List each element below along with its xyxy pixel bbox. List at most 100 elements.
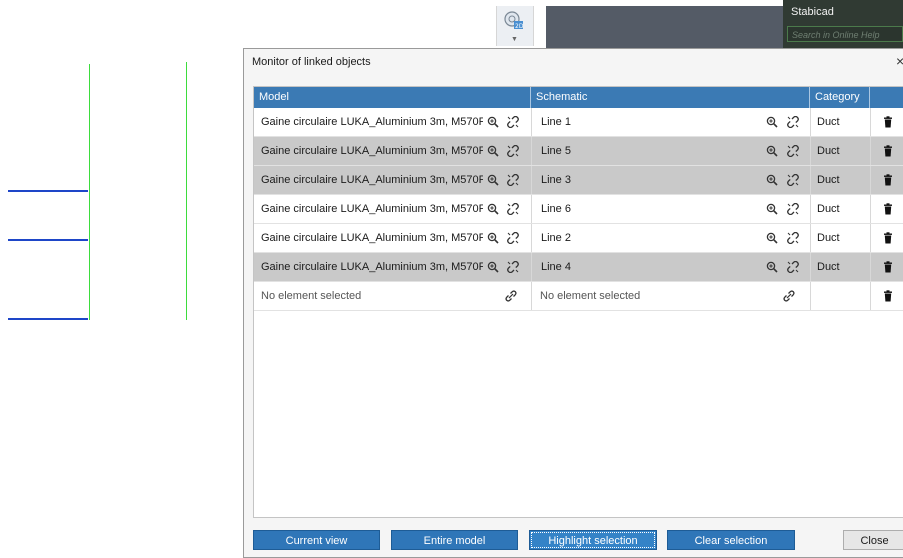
column-divider	[810, 224, 811, 253]
model-cell: Gaine circulaire LUKA_Aluminium 3m, M570…	[261, 232, 483, 244]
table-row-empty[interactable]: No element selected No element selected	[254, 282, 903, 311]
column-header-category[interactable]: Category	[810, 87, 870, 108]
schematic-cell: No element selected	[540, 290, 641, 302]
schematic-cell: Line 1	[541, 116, 571, 128]
zoom-icon[interactable]	[766, 203, 778, 215]
schematic-cell: Line 5	[541, 145, 571, 157]
table-row[interactable]: Gaine circulaire LUKA_Aluminium 3m, M570…	[254, 195, 903, 224]
unlink-icon[interactable]	[507, 202, 519, 216]
cad-blue-line	[8, 190, 88, 192]
zoom-icon[interactable]	[487, 261, 499, 273]
column-divider	[870, 253, 871, 282]
svg-text:2D: 2D	[515, 23, 523, 30]
unlink-icon[interactable]	[787, 260, 799, 274]
schematic-cell: Line 2	[541, 232, 571, 244]
unlink-icon[interactable]	[787, 144, 799, 158]
column-divider	[531, 108, 532, 137]
column-divider	[870, 224, 871, 253]
column-divider	[531, 195, 532, 224]
table-row[interactable]: Gaine circulaire LUKA_Aluminium 3m, M570…	[254, 224, 903, 253]
link-icon[interactable]	[505, 290, 517, 302]
unlink-icon[interactable]	[507, 231, 519, 245]
zoom-icon[interactable]	[766, 174, 778, 186]
unlink-icon[interactable]	[787, 173, 799, 187]
column-divider	[870, 166, 871, 195]
highlight-selection-button[interactable]: Highlight selection	[529, 530, 657, 550]
column-header-model[interactable]: Model	[254, 87, 531, 108]
model-cell: No element selected	[261, 290, 362, 302]
unlink-icon[interactable]	[507, 144, 519, 158]
zoom-icon[interactable]	[487, 174, 499, 186]
zoom-icon[interactable]	[487, 203, 499, 215]
link-icon[interactable]	[783, 290, 795, 302]
category-cell: Duct	[817, 232, 840, 244]
column-header-actions	[870, 87, 903, 108]
linked-objects-table: Model Schematic Category Gaine circulair…	[253, 86, 903, 518]
row-divider	[254, 310, 903, 311]
cad-blue-line	[8, 318, 88, 320]
column-divider	[810, 282, 811, 311]
schematic-cell: Line 4	[541, 261, 571, 273]
table-row[interactable]: Gaine circulaire LUKA_Aluminium 3m, M570…	[254, 166, 903, 195]
monitor-dialog: Monitor of linked objects × Model Schema…	[243, 48, 903, 558]
unlink-icon[interactable]	[787, 202, 799, 216]
zoom-icon[interactable]	[487, 116, 499, 128]
zoom-icon[interactable]	[766, 145, 778, 157]
column-header-schematic[interactable]: Schematic	[531, 87, 810, 108]
trash-icon[interactable]	[882, 232, 894, 244]
zoom-icon[interactable]	[766, 232, 778, 244]
clear-selection-button[interactable]: Clear selection	[667, 530, 795, 550]
column-divider	[531, 282, 532, 311]
trash-icon[interactable]	[882, 261, 894, 273]
close-button[interactable]: Close	[843, 530, 903, 550]
trash-icon[interactable]	[882, 145, 894, 157]
category-cell: Duct	[817, 116, 840, 128]
zoom-icon[interactable]	[766, 116, 778, 128]
cad-green-line	[89, 64, 90, 320]
dialog-close-icon[interactable]: ×	[896, 53, 903, 69]
column-divider	[810, 195, 811, 224]
category-cell: Duct	[817, 261, 840, 273]
model-cell: Gaine circulaire LUKA_Aluminium 3m, M570…	[261, 174, 483, 186]
trash-icon[interactable]	[882, 174, 894, 186]
current-view-button[interactable]: Current view	[253, 530, 380, 550]
unlink-icon[interactable]	[507, 173, 519, 187]
category-cell	[817, 282, 867, 311]
unlink-icon[interactable]	[787, 115, 799, 129]
column-divider	[810, 108, 811, 137]
table-row[interactable]: Gaine circulaire LUKA_Aluminium 3m, M570…	[254, 108, 903, 137]
schematic-cell: Line 3	[541, 174, 571, 186]
dropdown-caret-icon: ▼	[511, 36, 518, 43]
column-divider	[870, 195, 871, 224]
zoom-icon[interactable]	[487, 232, 499, 244]
model-cell: Gaine circulaire LUKA_Aluminium 3m, M570…	[261, 203, 483, 215]
column-divider	[810, 137, 811, 166]
table-row[interactable]: Gaine circulaire LUKA_Aluminium 3m, M570…	[254, 253, 903, 282]
cad-green-line	[186, 62, 187, 320]
help-search-input[interactable]: Search in Online Help	[787, 26, 903, 42]
help-panel-title: Stabicad	[791, 6, 834, 18]
view-2d-button[interactable]: 2D ▼	[496, 6, 534, 46]
trash-icon[interactable]	[882, 290, 894, 302]
column-divider	[810, 253, 811, 282]
category-cell: Duct	[817, 203, 840, 215]
table-row[interactable]: Gaine circulaire LUKA_Aluminium 3m, M570…	[254, 137, 903, 166]
trash-icon[interactable]	[882, 116, 894, 128]
unlink-icon[interactable]	[507, 260, 519, 274]
trash-icon[interactable]	[882, 203, 894, 215]
column-divider	[531, 137, 532, 166]
entire-model-button[interactable]: Entire model	[391, 530, 518, 550]
column-divider	[531, 253, 532, 282]
model-cell: Gaine circulaire LUKA_Aluminium 3m, M570…	[261, 261, 483, 273]
column-divider	[870, 137, 871, 166]
schematic-cell: Line 6	[541, 203, 571, 215]
zoom-icon[interactable]	[766, 261, 778, 273]
unlink-icon[interactable]	[787, 231, 799, 245]
column-divider	[810, 166, 811, 195]
view-2d-icon: 2D	[504, 11, 523, 30]
dialog-title: Monitor of linked objects	[252, 56, 371, 68]
column-divider	[870, 108, 871, 137]
zoom-icon[interactable]	[487, 145, 499, 157]
category-cell: Duct	[817, 174, 840, 186]
unlink-icon[interactable]	[507, 115, 519, 129]
